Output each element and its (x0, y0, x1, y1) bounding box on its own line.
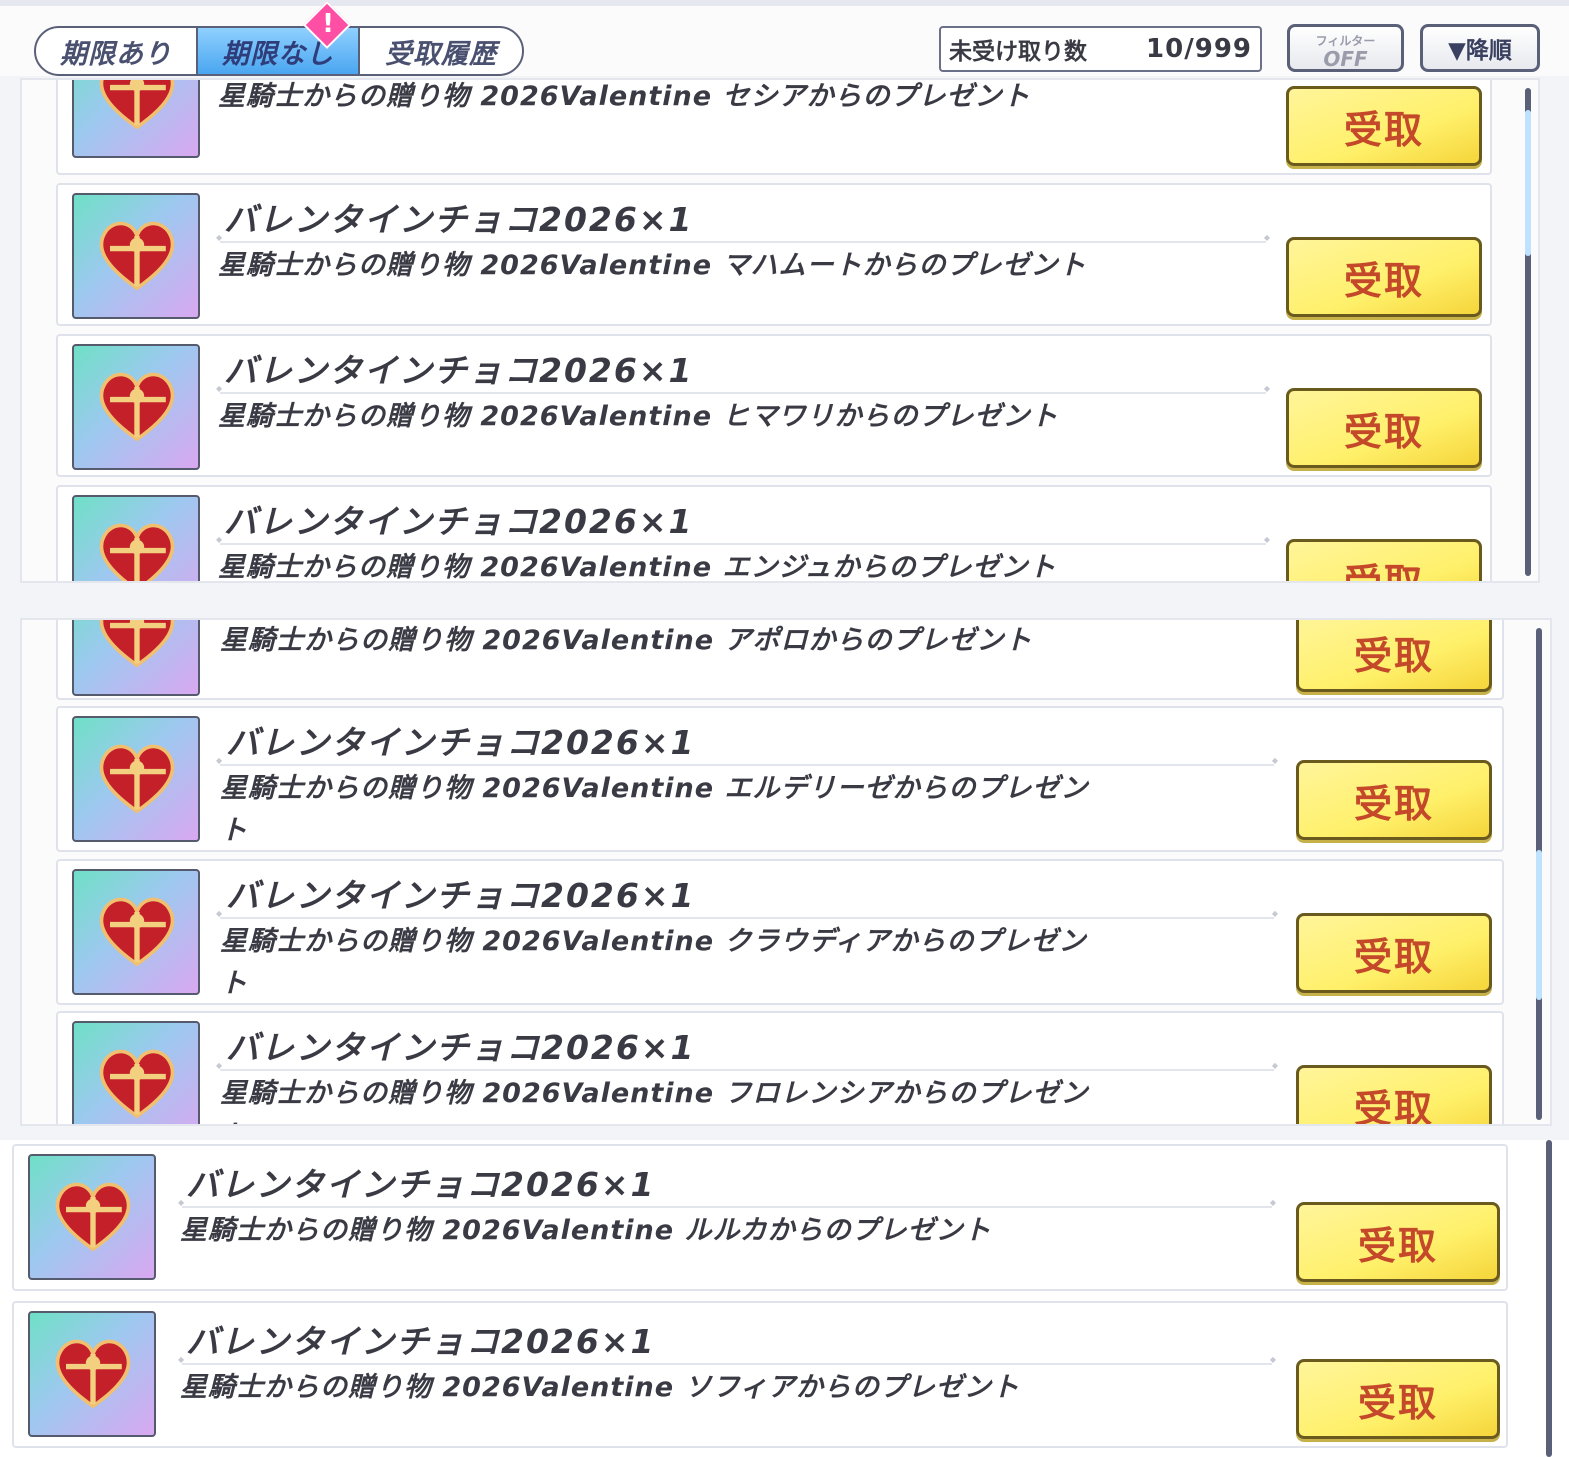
receive-button[interactable]: 受取 (1296, 760, 1492, 840)
receive-button[interactable]: 受取 (1296, 620, 1492, 692)
sort-order-button[interactable]: ▼降順 (1420, 24, 1540, 72)
item-divider (216, 909, 1278, 919)
item-subtitle: 星騎士からの贈り物 2026Valentine エンジュからのプレゼント (218, 552, 1057, 583)
list-item: 星騎士からの贈り物 2026Valentine アポロからのプレゼント 受取 (56, 620, 1504, 700)
list-item: バレンタインチョコ2026×1 星騎士からの贈り物 2026Valentine … (56, 183, 1492, 326)
unreceived-counter: 未受け取り数 10/999 (939, 26, 1262, 72)
chocolate-gift-icon (72, 495, 200, 581)
filter-state: OFF (1323, 47, 1368, 71)
scrollbar-thumb[interactable] (1525, 110, 1531, 256)
list-item: バレンタインチョコ2026×1 星騎士からの贈り物 2026Valentine … (12, 1301, 1508, 1448)
item-subtitle: 星騎士からの贈り物 2026Valentine ルルカからのプレゼント (180, 1215, 992, 1246)
list-item: 星騎士からの贈り物 2026Valentine セシアからのプレゼント 受取 (56, 80, 1492, 175)
receive-button[interactable]: 受取 (1286, 539, 1482, 581)
unreceived-counter-value: 10/999 (1146, 34, 1252, 64)
filter-button[interactable]: フィルター OFF (1287, 24, 1404, 72)
receive-button[interactable]: 受取 (1286, 388, 1482, 468)
chocolate-gift-icon (72, 344, 200, 470)
chocolate-gift-icon (72, 869, 200, 995)
item-subtitle: 星騎士からの贈り物 2026Valentine エルデリーゼからのプレゼント (220, 773, 1089, 846)
receive-button[interactable]: 受取 (1296, 913, 1492, 993)
item-divider (216, 1061, 1278, 1071)
item-title: バレンタインチョコ2026×1 (224, 351, 694, 390)
item-subtitle: 星騎士からの贈り物 2026Valentine ソフィアからのプレゼント (180, 1372, 1020, 1403)
item-divider (216, 233, 1270, 243)
gift-list-panel-1: 星騎士からの贈り物 2026Valentine セシアからのプレゼント 受取 バ… (20, 78, 1540, 583)
item-subtitle: 星騎士からの贈り物 2026Valentine アポロからのプレゼント (220, 625, 1033, 656)
tab-group: 期限あり 期限なし 受取履歴 (34, 26, 524, 76)
chocolate-gift-icon (72, 716, 200, 842)
gift-list-panel-3: バレンタインチョコ2026×1 星騎士からの贈り物 2026Valentine … (0, 1140, 1569, 1457)
chocolate-gift-icon (28, 1311, 156, 1437)
list-item: バレンタインチョコ2026×1 星騎士からの贈り物 2026Valentine … (12, 1144, 1508, 1291)
gift-list-panel-2: 星騎士からの贈り物 2026Valentine アポロからのプレゼント 受取 バ… (20, 618, 1552, 1126)
receive-button[interactable]: 受取 (1296, 1065, 1492, 1124)
list-item: バレンタインチョコ2026×1 星騎士からの贈り物 2026Valentine … (56, 1011, 1504, 1124)
item-title: バレンタインチョコ2026×1 (226, 1028, 696, 1067)
receive-button[interactable]: 受取 (1286, 86, 1482, 166)
item-subtitle: 星騎士からの贈り物 2026Valentine フロレンシアからのプレゼント (220, 1078, 1089, 1124)
receive-button[interactable]: 受取 (1286, 237, 1482, 317)
item-subtitle: 星騎士からの贈り物 2026Valentine クラウディアからのプレゼント (220, 926, 1087, 999)
item-divider (178, 1198, 1276, 1208)
list-item: バレンタインチョコ2026×1 星騎士からの贈り物 2026Valentine … (56, 334, 1492, 477)
list-item: バレンタインチョコ2026×1 星騎士からの贈り物 2026Valentine … (56, 859, 1504, 1005)
item-divider (216, 756, 1278, 766)
scrollbar-track[interactable] (1546, 1140, 1552, 1457)
item-divider (178, 1355, 1276, 1365)
scrollbar-thumb[interactable] (1536, 850, 1542, 1000)
receive-button[interactable]: 受取 (1296, 1359, 1500, 1439)
item-title: バレンタインチョコ2026×1 (186, 1322, 656, 1361)
chocolate-gift-icon (72, 193, 200, 319)
chocolate-gift-icon (72, 1021, 200, 1124)
tab-history[interactable]: 受取履歴 (360, 28, 522, 74)
item-subtitle: 星騎士からの贈り物 2026Valentine ヒマワリからのプレゼント (218, 401, 1059, 432)
receive-button[interactable]: 受取 (1296, 1202, 1500, 1282)
list-item: バレンタインチョコ2026×1 星騎士からの贈り物 2026Valentine … (56, 485, 1492, 583)
chocolate-gift-icon (72, 80, 200, 158)
item-title: バレンタインチョコ2026×1 (224, 200, 694, 239)
item-title: バレンタインチョコ2026×1 (226, 723, 696, 762)
top-bar: 期限あり 期限なし 受取履歴 ! 未受け取り数 10/999 フィルター OFF… (0, 0, 1569, 76)
item-divider (216, 384, 1270, 394)
item-title: バレンタインチョコ2026×1 (186, 1165, 656, 1204)
item-subtitle: 星騎士からの贈り物 2026Valentine セシアからのプレゼント (218, 81, 1031, 112)
unreceived-counter-label: 未受け取り数 (949, 39, 1087, 65)
tab-with-deadline[interactable]: 期限あり (36, 28, 198, 74)
chocolate-gift-icon (72, 620, 200, 696)
chocolate-gift-icon (28, 1154, 156, 1280)
item-title: バレンタインチョコ2026×1 (224, 502, 694, 541)
item-subtitle: 星騎士からの贈り物 2026Valentine マハムートからのプレゼント (218, 250, 1087, 281)
list-item: バレンタインチョコ2026×1 星騎士からの贈り物 2026Valentine … (56, 706, 1504, 852)
item-title: バレンタインチョコ2026×1 (226, 876, 696, 915)
item-divider (216, 535, 1270, 545)
notification-badge-mark: ! (322, 9, 334, 39)
